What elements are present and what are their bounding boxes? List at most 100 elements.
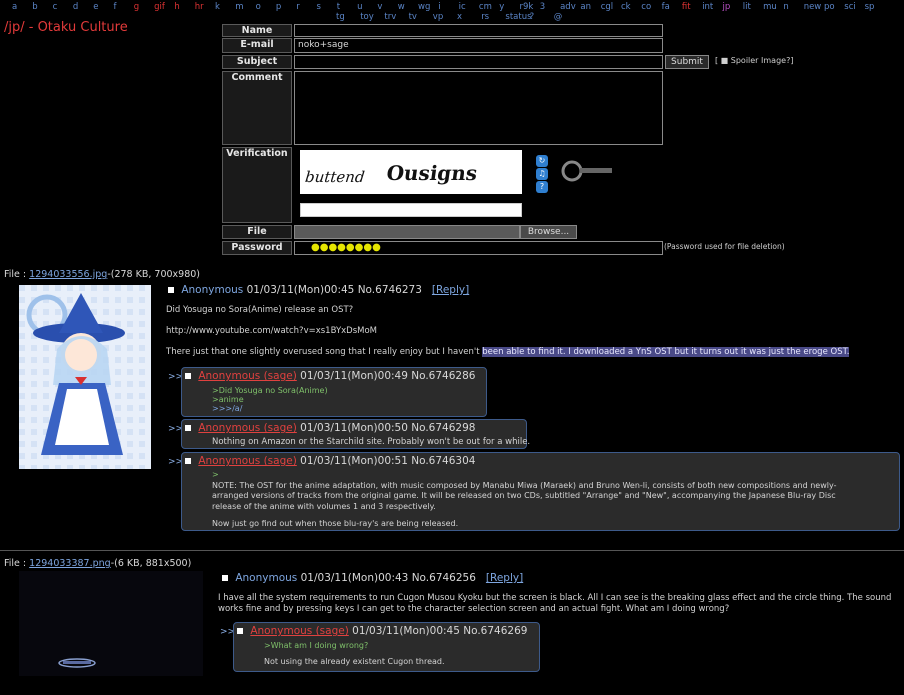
file-link[interactable]: 1294033387.png	[29, 558, 111, 569]
board-link-jp[interactable]: jp	[723, 2, 731, 12]
post-checkbox[interactable]	[222, 575, 228, 581]
post-number[interactable]: No.6746273	[358, 284, 422, 296]
spoiler-checkbox[interactable]: [ ■ Spoiler Image?]	[715, 56, 793, 65]
board-link-m[interactable]: m	[235, 2, 243, 12]
post-number[interactable]: No.6746298	[411, 422, 475, 434]
board-link-t[interactable]: t	[337, 2, 340, 12]
board-link-tg[interactable]: tg	[336, 12, 345, 22]
board-link-u[interactable]: u	[357, 2, 362, 12]
board-link-vp[interactable]: vp	[433, 12, 443, 22]
board-link-new[interactable]: new	[804, 2, 822, 12]
board-link-w[interactable]: w	[398, 2, 405, 12]
board-link-wg[interactable]: wg	[418, 2, 430, 12]
board-link-gif[interactable]: gif	[154, 2, 165, 12]
board-link-i[interactable]: i	[438, 2, 440, 12]
audio-captcha-icon[interactable]: ♫	[536, 168, 548, 180]
post-checkbox[interactable]	[237, 628, 243, 634]
post-checkbox[interactable]	[185, 458, 191, 464]
post-number[interactable]: No.6746256	[412, 572, 476, 584]
board-link-int[interactable]: int	[702, 2, 713, 12]
poster-name[interactable]: Anonymous (sage)	[198, 455, 296, 467]
board-link-status[interactable]: status	[505, 12, 531, 22]
board-link-c[interactable]: c	[53, 2, 58, 12]
name-field[interactable]	[294, 24, 663, 37]
board-link-h[interactable]: h	[174, 2, 179, 12]
board-link-y[interactable]: y	[499, 2, 504, 12]
board-link-f[interactable]: f	[114, 2, 117, 12]
subject-field[interactable]	[294, 55, 663, 69]
board-link-g[interactable]: g	[134, 2, 139, 12]
board-link-co[interactable]: co	[641, 2, 651, 12]
file-path-field[interactable]	[294, 225, 520, 239]
post-checkbox[interactable]	[185, 425, 191, 431]
board-link-s[interactable]: s	[317, 2, 321, 12]
board-link-help[interactable]: ?	[530, 12, 535, 22]
board-link-sp[interactable]: sp	[865, 2, 875, 12]
post-number[interactable]: No.6746269	[463, 625, 527, 637]
thread-thumbnail[interactable]	[19, 285, 151, 469]
board-link-an[interactable]: an	[580, 2, 591, 12]
reload-captcha-icon[interactable]: ↻	[536, 155, 548, 167]
reply-link[interactable]: [Reply]	[432, 284, 469, 296]
password-field[interactable]: ●●●●●●●●	[294, 241, 663, 255]
subject-label: Subject	[222, 55, 292, 69]
board-link-d[interactable]: d	[73, 2, 78, 12]
reply-post: Anonymous (sage) 01/03/11(Mon)00:49 No.6…	[181, 367, 487, 417]
board-link-sci[interactable]: sci	[844, 2, 855, 12]
poster-name[interactable]: Anonymous (sage)	[198, 370, 296, 382]
help-captcha-icon[interactable]: ?	[536, 181, 548, 193]
poster-name[interactable]: Anonymous (sage)	[250, 625, 348, 637]
reply-link[interactable]: [Reply]	[486, 572, 523, 584]
reply-header: Anonymous (sage) 01/03/11(Mon)00:49 No.6…	[185, 370, 475, 382]
board-link-r9k[interactable]: r9k	[520, 2, 534, 12]
board-link-p[interactable]: p	[276, 2, 281, 12]
board-link-tv[interactable]: tv	[409, 12, 417, 22]
board-link-adv[interactable]: adv	[560, 2, 576, 12]
board-link-fit[interactable]: fit	[682, 2, 691, 12]
captcha-response-field[interactable]	[300, 203, 522, 217]
poster-name[interactable]: Anonymous (sage)	[198, 422, 296, 434]
board-link-3[interactable]: 3	[540, 2, 545, 12]
board-link-mu[interactable]: mu	[763, 2, 777, 12]
reply-header: Anonymous (sage) 01/03/11(Mon)00:51 No.6…	[185, 455, 475, 467]
post-checkbox[interactable]	[185, 373, 191, 379]
board-link-cgl[interactable]: cgl	[601, 2, 613, 12]
comment-textarea[interactable]	[294, 71, 663, 145]
board-link-a[interactable]: a	[12, 2, 17, 12]
captcha-glyphs: buttend Ousigns	[304, 161, 479, 186]
post-checkbox[interactable]	[168, 287, 174, 293]
board-link-e[interactable]: e	[93, 2, 98, 12]
email-field[interactable]: noko+sage	[294, 38, 663, 53]
board-link-hr[interactable]: hr	[195, 2, 204, 12]
browse-button[interactable]: Browse...	[520, 225, 577, 239]
board-link-o[interactable]: o	[256, 2, 261, 12]
board-link-at[interactable]: @	[554, 12, 563, 22]
board-link-n[interactable]: n	[783, 2, 788, 12]
post-number[interactable]: No.6746304	[411, 455, 475, 467]
board-link-toy[interactable]: toy	[360, 12, 374, 22]
post-date: 01/03/11(Mon)00:51	[300, 455, 408, 467]
thread-thumbnail[interactable]	[19, 571, 203, 676]
board-link-trv[interactable]: trv	[384, 12, 396, 22]
reply-header: Anonymous (sage) 01/03/11(Mon)00:50 No.6…	[185, 422, 475, 434]
file-link[interactable]: 1294033556.jpg	[29, 269, 107, 280]
post-url: http://www.youtube.com/watch?v=xs1BYxDsM…	[166, 326, 378, 336]
board-link-ck[interactable]: ck	[621, 2, 631, 12]
board-link-lit[interactable]: lit	[743, 2, 751, 12]
post-line: There just that one slightly overused so…	[166, 347, 866, 358]
board-link-po[interactable]: po	[824, 2, 835, 12]
board-link[interactable]: >>>/a/	[212, 404, 328, 413]
file-info-label: File :	[4, 558, 27, 569]
board-link-b[interactable]: b	[32, 2, 37, 12]
post-number[interactable]: No.6746286	[411, 370, 475, 382]
board-link-k[interactable]: k	[215, 2, 220, 12]
board-link-fa[interactable]: fa	[662, 2, 670, 12]
submit-button[interactable]: Submit	[665, 55, 709, 69]
board-link-rs[interactable]: rs	[481, 12, 489, 22]
board-link-cm[interactable]: cm	[479, 2, 492, 12]
board-link-v[interactable]: v	[377, 2, 382, 12]
verification-label: Verification	[222, 147, 292, 223]
board-link-ic[interactable]: ic	[459, 2, 466, 12]
board-link-x[interactable]: x	[457, 12, 462, 22]
board-link-r[interactable]: r	[296, 2, 300, 12]
